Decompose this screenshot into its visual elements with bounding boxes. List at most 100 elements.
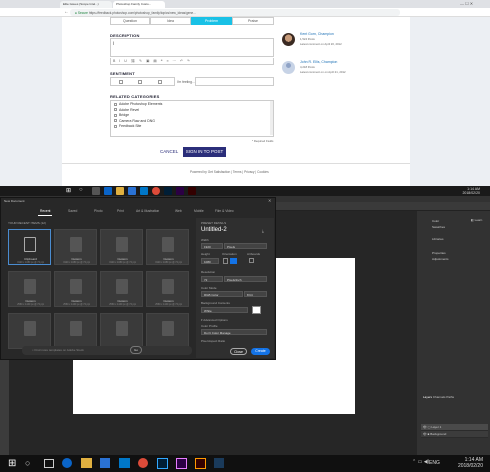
premiere-icon[interactable] bbox=[176, 458, 187, 469]
footer-link-cookies[interactable]: Cookies bbox=[257, 170, 269, 174]
sentiment-input[interactable] bbox=[195, 77, 274, 86]
segment-idea[interactable]: Idea bbox=[150, 17, 191, 25]
tab-film-video[interactable]: Film & Video bbox=[215, 209, 234, 213]
sign-in-to-post-button[interactable]: SIGN IN TO POST bbox=[183, 147, 226, 157]
width-input[interactable]: 1920 bbox=[201, 243, 223, 249]
segment-problem[interactable]: Problem bbox=[191, 17, 232, 25]
checkbox[interactable] bbox=[114, 102, 117, 106]
photoshop-icon[interactable] bbox=[164, 187, 172, 195]
description-textarea[interactable]: | bbox=[110, 38, 274, 57]
footer-link-terms[interactable]: Terms bbox=[233, 170, 242, 174]
bit-depth-select[interactable]: 8 bit bbox=[244, 291, 267, 297]
recent-item[interactable] bbox=[8, 313, 51, 349]
recent-item[interactable]: Custom 1920 x 1080 px @ 72 ppi bbox=[100, 229, 143, 265]
color-profile-select[interactable]: Don't Color Manage bbox=[201, 329, 267, 335]
tab-layers[interactable]: Layers bbox=[423, 395, 432, 399]
recent-item[interactable]: Custom 2560 x 1440 px @ 72 ppi bbox=[100, 271, 143, 307]
store-icon[interactable] bbox=[128, 187, 136, 195]
language-indicator[interactable]: ENG bbox=[429, 460, 440, 466]
stock-search-field[interactable]: ⌕ Find more templates on Adobe Stock bbox=[22, 346, 192, 355]
illustrator-icon[interactable] bbox=[188, 187, 196, 195]
tab-mobile[interactable]: Mobile bbox=[194, 209, 204, 213]
close-button[interactable]: Close bbox=[230, 348, 247, 355]
url-field[interactable]: ● Secure https://feedback.photoshop.com/… bbox=[70, 9, 400, 16]
panel-swatches[interactable]: Swatches bbox=[432, 224, 449, 230]
recent-item[interactable]: Custom 2560 x 1440 px @ 72 ppi bbox=[8, 271, 51, 307]
sentiment-option[interactable] bbox=[119, 80, 123, 84]
recent-item[interactable]: Custom 1920 x 1080 px @ 72 ppi bbox=[54, 229, 97, 265]
explorer-icon[interactable] bbox=[116, 187, 124, 195]
layer-row[interactable]: 👁 ▢ Layer 1 bbox=[421, 424, 488, 431]
premiere-icon[interactable] bbox=[176, 187, 184, 195]
segment-question[interactable]: Question bbox=[110, 17, 150, 25]
windows-start-icon[interactable]: ⊞ bbox=[8, 458, 16, 469]
checkbox[interactable] bbox=[114, 113, 117, 117]
go-button[interactable]: Go bbox=[130, 346, 142, 354]
chrome-icon[interactable] bbox=[152, 187, 160, 195]
search-icon[interactable]: ○ bbox=[25, 458, 30, 468]
resolution-unit-select[interactable]: Pixels/Inch bbox=[224, 276, 267, 282]
segment-praise[interactable]: Praise bbox=[232, 17, 274, 25]
recent-item[interactable] bbox=[100, 313, 143, 349]
avatar[interactable] bbox=[282, 61, 295, 74]
footer-link-privacy[interactable]: Privacy bbox=[244, 170, 254, 174]
mail-icon[interactable] bbox=[119, 458, 130, 468]
layer-row[interactable]: 👁 ■ Background bbox=[421, 431, 488, 438]
champion-name[interactable]: Kent Gorn, Champion bbox=[300, 32, 334, 36]
tab-photo[interactable]: Photo bbox=[94, 209, 103, 213]
landscape-icon[interactable] bbox=[230, 258, 237, 264]
task-view-icon[interactable] bbox=[92, 187, 100, 195]
recent-item[interactable]: Custom 2560 x 1440 px @ 72 ppi bbox=[54, 271, 97, 307]
background-color-swatch[interactable] bbox=[252, 306, 261, 314]
search-icon[interactable]: ○ bbox=[79, 187, 83, 193]
tray-icons[interactable]: ⌃ ▭ ◀) bbox=[412, 459, 429, 465]
bottom-clock[interactable]: 1:14 AM 2018/02/20 bbox=[440, 457, 483, 469]
explorer-icon[interactable] bbox=[81, 458, 92, 468]
tab-channels[interactable]: Channels bbox=[433, 395, 446, 399]
champion-name[interactable]: John R. Ellis, Champion bbox=[300, 60, 337, 64]
document-name[interactable]: Untitled-2 bbox=[201, 227, 227, 233]
tab-saved[interactable]: Saved bbox=[68, 209, 77, 213]
tab-elite[interactable]: Elite Issues (Scope Intel...) bbox=[60, 1, 112, 8]
height-input[interactable]: 1080 bbox=[201, 258, 219, 264]
checkbox[interactable] bbox=[114, 119, 117, 123]
resolution-input[interactable]: 72 bbox=[201, 276, 223, 282]
tab-photoshop[interactable]: Photoshop Family Custo... bbox=[113, 1, 165, 8]
advanced-options-label[interactable]: ▾ Advanced Options bbox=[201, 318, 228, 322]
close-icon[interactable]: ✕ bbox=[268, 198, 271, 203]
top-clock[interactable]: 1:14 AM 2018/02/20 bbox=[440, 187, 480, 195]
chrome-icon[interactable] bbox=[138, 458, 148, 468]
task-view-icon[interactable] bbox=[44, 459, 54, 468]
cancel-button[interactable]: CANCEL bbox=[160, 149, 178, 154]
powered-by[interactable]: Powered by Get Satisfaction bbox=[190, 170, 230, 174]
color-mode-select[interactable]: RGB Color bbox=[201, 291, 243, 297]
scrollbar[interactable] bbox=[270, 101, 273, 135]
tab-web[interactable]: Web bbox=[175, 209, 182, 213]
illustrator-icon[interactable] bbox=[195, 458, 206, 469]
recent-item[interactable]: Custom 2560 x 1440 px @ 72 ppi bbox=[146, 271, 189, 307]
tab-paths[interactable]: Paths bbox=[446, 395, 454, 399]
category-item[interactable]: Feedback Site bbox=[114, 124, 270, 130]
panel-libraries[interactable]: Libraries bbox=[432, 236, 449, 242]
artboards-checkbox[interactable] bbox=[249, 258, 254, 263]
formatting-toolbar[interactable]: B I U ⛓ ✎ ▣ ▤ ❝ ≡ ⋯ ↶ ↷ bbox=[110, 58, 274, 65]
window-controls[interactable]: — ☐ ✕ bbox=[460, 1, 473, 6]
save-preset-icon[interactable]: ⤓ bbox=[262, 228, 264, 233]
checkbox[interactable] bbox=[114, 108, 117, 112]
checkbox[interactable] bbox=[114, 124, 117, 128]
sentiment-picker[interactable] bbox=[110, 77, 175, 86]
windows-start-icon[interactable]: ⊞ bbox=[66, 187, 71, 194]
recent-item[interactable]: Clipboard 1920 x 1080 px @ 72 ppi bbox=[8, 229, 51, 265]
sentiment-option[interactable] bbox=[138, 80, 142, 84]
sentiment-option[interactable] bbox=[158, 80, 162, 84]
store-icon[interactable] bbox=[100, 458, 110, 468]
tab-recent[interactable]: Recent bbox=[40, 209, 50, 213]
recent-item[interactable] bbox=[54, 313, 97, 349]
create-button[interactable]: Create bbox=[251, 348, 270, 355]
tab-print[interactable]: Print bbox=[117, 209, 124, 213]
app-icon[interactable] bbox=[214, 458, 224, 468]
tab-art-illustration[interactable]: Art & Illustration bbox=[136, 209, 159, 213]
learn-panel[interactable]: ◧ Learn bbox=[471, 218, 482, 222]
edge-icon[interactable] bbox=[62, 458, 72, 468]
portrait-icon[interactable] bbox=[223, 258, 228, 264]
